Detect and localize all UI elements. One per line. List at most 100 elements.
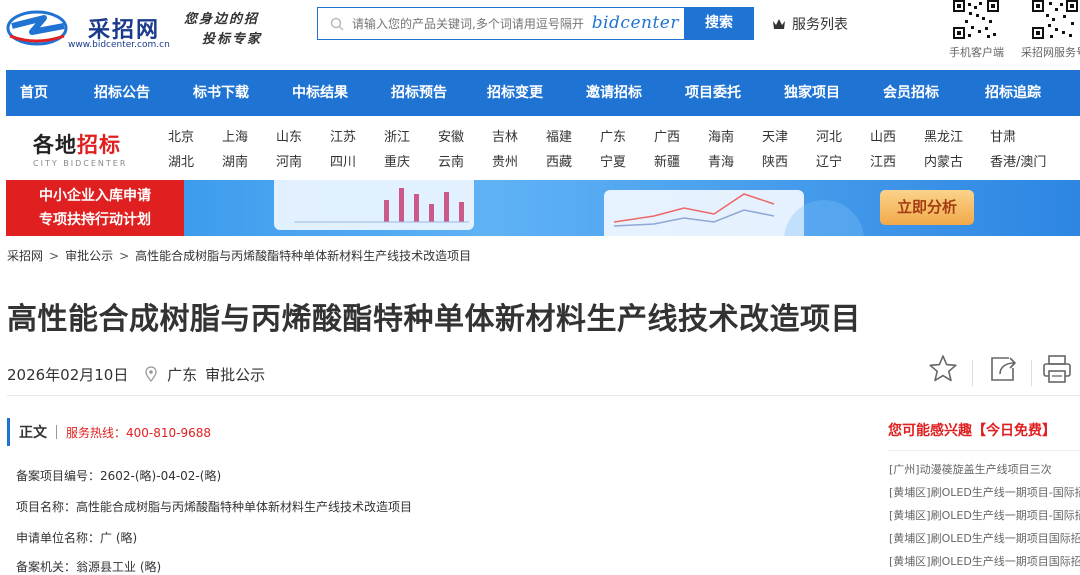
region-link[interactable]: 山东 [276, 126, 302, 145]
region-link[interactable]: 天津 [762, 126, 788, 145]
nav-invited-bids[interactable]: 邀请招标 [586, 70, 642, 116]
sidebar-link[interactable]: [黄埔区]刷OLED生产线一期项目国际招标 [889, 553, 1080, 569]
slogan: 您身边的招 投标专家 [184, 10, 284, 50]
region-link[interactable]: 山西 [870, 126, 896, 145]
main-nav: 首页 招标公告 标书下载 中标结果 招标预告 招标变更 邀请招标 项目委托 独家… [6, 70, 1080, 116]
location-pin-icon [145, 366, 157, 382]
favorite-star-icon[interactable] [926, 352, 960, 386]
region-link[interactable]: 青海 [708, 151, 734, 170]
qr-label-service: 采招网服务号 [1021, 46, 1080, 59]
service-list-link[interactable]: 服务列表 [772, 14, 848, 34]
breadcrumb: 采招网 > 审批公示 > 高性能合成树脂与丙烯酸酯特种单体新材料生产线技术改造项目 [7, 247, 471, 264]
search-box: bidcenter [317, 7, 685, 40]
region-link[interactable]: 海南 [708, 126, 734, 145]
recommend-sidebar: 您可能感兴趣【今日免费】 [广州]动漫篌旋盖生产线项目三次 [黄埔区]刷OLED… [888, 418, 1080, 570]
region-link[interactable]: 江西 [870, 151, 896, 170]
region-link[interactable]: 湖北 [168, 151, 194, 170]
nav-award-results[interactable]: 中标结果 [292, 70, 348, 116]
region-link[interactable]: 北京 [168, 126, 194, 145]
region-link[interactable]: 广东 [600, 126, 626, 145]
article-meta: 2026年02月10日 广东 审批公示 [7, 364, 265, 385]
nav-bid-changes[interactable]: 招标变更 [487, 70, 543, 116]
nav-bid-tracking[interactable]: 招标追踪 [985, 70, 1041, 116]
region-link[interactable]: 甘肃 [990, 126, 1016, 145]
toolbar-divider [972, 360, 973, 386]
banner-line-2: 专项扶持行动计划 [39, 212, 151, 228]
region-link[interactable]: 陕西 [762, 151, 788, 170]
banner-line-1: 中小企业入库申请 [39, 188, 151, 204]
region-link[interactable]: 吉林 [492, 126, 518, 145]
region-link[interactable]: 重庆 [384, 151, 410, 170]
region-link[interactable]: 内蒙古 [924, 151, 963, 170]
site-logo[interactable]: 采招网 www.bidcenter.com.cn [6, 6, 196, 54]
region-link[interactable]: 贵州 [492, 151, 518, 170]
crown-icon [773, 19, 785, 29]
breadcrumb-separator: > [119, 249, 130, 263]
region-link[interactable]: 辽宁 [816, 151, 842, 170]
region-link[interactable]: 广西 [654, 126, 680, 145]
sidebar-divider [888, 450, 1080, 451]
field-project-name: 项目名称：高性能合成树脂与丙烯酸酯特种单体新材料生产线技术改造项目 [16, 500, 413, 514]
sidebar-link[interactable]: [广州]动漫篌旋盖生产线项目三次 [889, 461, 1052, 477]
nav-member-bids[interactable]: 会员招标 [883, 70, 939, 116]
search-brand: bidcenter [591, 13, 679, 33]
region-link[interactable]: 安徽 [438, 126, 464, 145]
region-link[interactable]: 西藏 [546, 151, 572, 170]
promo-banner[interactable]: 中小企业入库申请 专项扶持行动计划 立即分析 [6, 180, 1080, 236]
search-input[interactable] [352, 14, 592, 34]
region-link[interactable]: 福建 [546, 126, 572, 145]
banner-promo-box[interactable]: 中小企业入库申请 专项扶持行动计划 [6, 180, 184, 236]
site-header: 采招网 www.bidcenter.com.cn 您身边的招 投标专家 bidc… [0, 0, 1080, 70]
region-title-red: 招标 [77, 133, 121, 157]
region-link[interactable]: 河北 [816, 126, 842, 145]
region-link[interactable]: 黑龙江 [924, 126, 963, 145]
sidebar-link[interactable]: [黄埔区]刷OLED生产线一期项目国际招标 [889, 530, 1080, 546]
content-tab-bar: 正文 服务热线：400-810-9688 [7, 418, 867, 446]
sidebar-title: 您可能感兴趣【今日免费】 [888, 423, 1056, 439]
share-icon[interactable] [986, 352, 1020, 386]
region-subtitle: CITY BIDCENTER [33, 159, 128, 168]
region-link[interactable]: 新疆 [654, 151, 680, 170]
region-link[interactable]: 江苏 [330, 126, 356, 145]
tab-main-text[interactable]: 正文 [19, 422, 47, 442]
region-link[interactable]: 湖南 [222, 151, 248, 170]
field-applicant: 申请单位名称：广 (略) [16, 531, 138, 545]
region-bids-panel: 各地招标 CITY BIDCENTER 北京 上海 山东 江苏 浙江 安徽 吉林 福建 广东 广西… [6, 116, 1080, 180]
nav-home[interactable]: 首页 [20, 70, 48, 116]
region-link[interactable]: 河南 [276, 151, 302, 170]
nav-bid-notices[interactable]: 招标公告 [94, 70, 150, 116]
breadcrumb-category[interactable]: 审批公示 [65, 249, 113, 263]
sidebar-link[interactable]: [黄埔区]刷OLED生产线一期项目-国际招 [889, 484, 1080, 500]
region-link[interactable]: 宁夏 [600, 151, 626, 170]
service-list-label: 服务列表 [792, 17, 848, 33]
region-link[interactable]: 云南 [438, 151, 464, 170]
region-link[interactable]: 上海 [222, 126, 248, 145]
breadcrumb-home[interactable]: 采招网 [7, 249, 43, 263]
region-title-black: 各地 [33, 133, 77, 157]
nav-bid-preview[interactable]: 招标预告 [391, 70, 447, 116]
page-title: 高性能合成树脂与丙烯酸酯特种单体新材料生产线技术改造项目 [7, 302, 861, 337]
analyze-now-button[interactable]: 立即分析 [880, 190, 974, 225]
region-link[interactable]: 四川 [330, 151, 356, 170]
field-filing-number: 备案项目编号：2602-(略)-04-02-(略) [16, 469, 222, 483]
nav-exclusive-projects[interactable]: 独家项目 [784, 70, 840, 116]
logo-mark-icon [6, 10, 68, 46]
region-link[interactable]: 香港/澳门 [990, 151, 1046, 170]
nav-project-entrust[interactable]: 项目委托 [685, 70, 741, 116]
toolbar-divider [1031, 360, 1032, 386]
field-filing-authority: 备案机关：翁源县工业 (略) [16, 560, 162, 574]
tab-divider [56, 425, 57, 439]
qr-code-service-icon[interactable] [1030, 0, 1080, 40]
nav-tender-download[interactable]: 标书下载 [193, 70, 249, 116]
search-icon [330, 17, 344, 31]
region-link[interactable]: 浙江 [384, 126, 410, 145]
qr-code-app-icon[interactable] [951, 0, 1001, 40]
sidebar-link[interactable]: [黄埔区]刷OLED生产线一期项目-国际招 [889, 507, 1080, 523]
print-icon[interactable] [1040, 352, 1074, 386]
slogan-line-1: 您身边的招 [184, 12, 260, 27]
breadcrumb-separator: > [49, 249, 60, 263]
article-body: 正文 服务热线：400-810-9688 备案项目编号：2602-(略)-04-… [7, 418, 867, 574]
category-label: 审批公示 [205, 366, 266, 384]
breadcrumb-current: 高性能合成树脂与丙烯酸酯特种单体新材料生产线技术改造项目 [135, 249, 472, 263]
search-button[interactable]: 搜索 [684, 7, 754, 40]
